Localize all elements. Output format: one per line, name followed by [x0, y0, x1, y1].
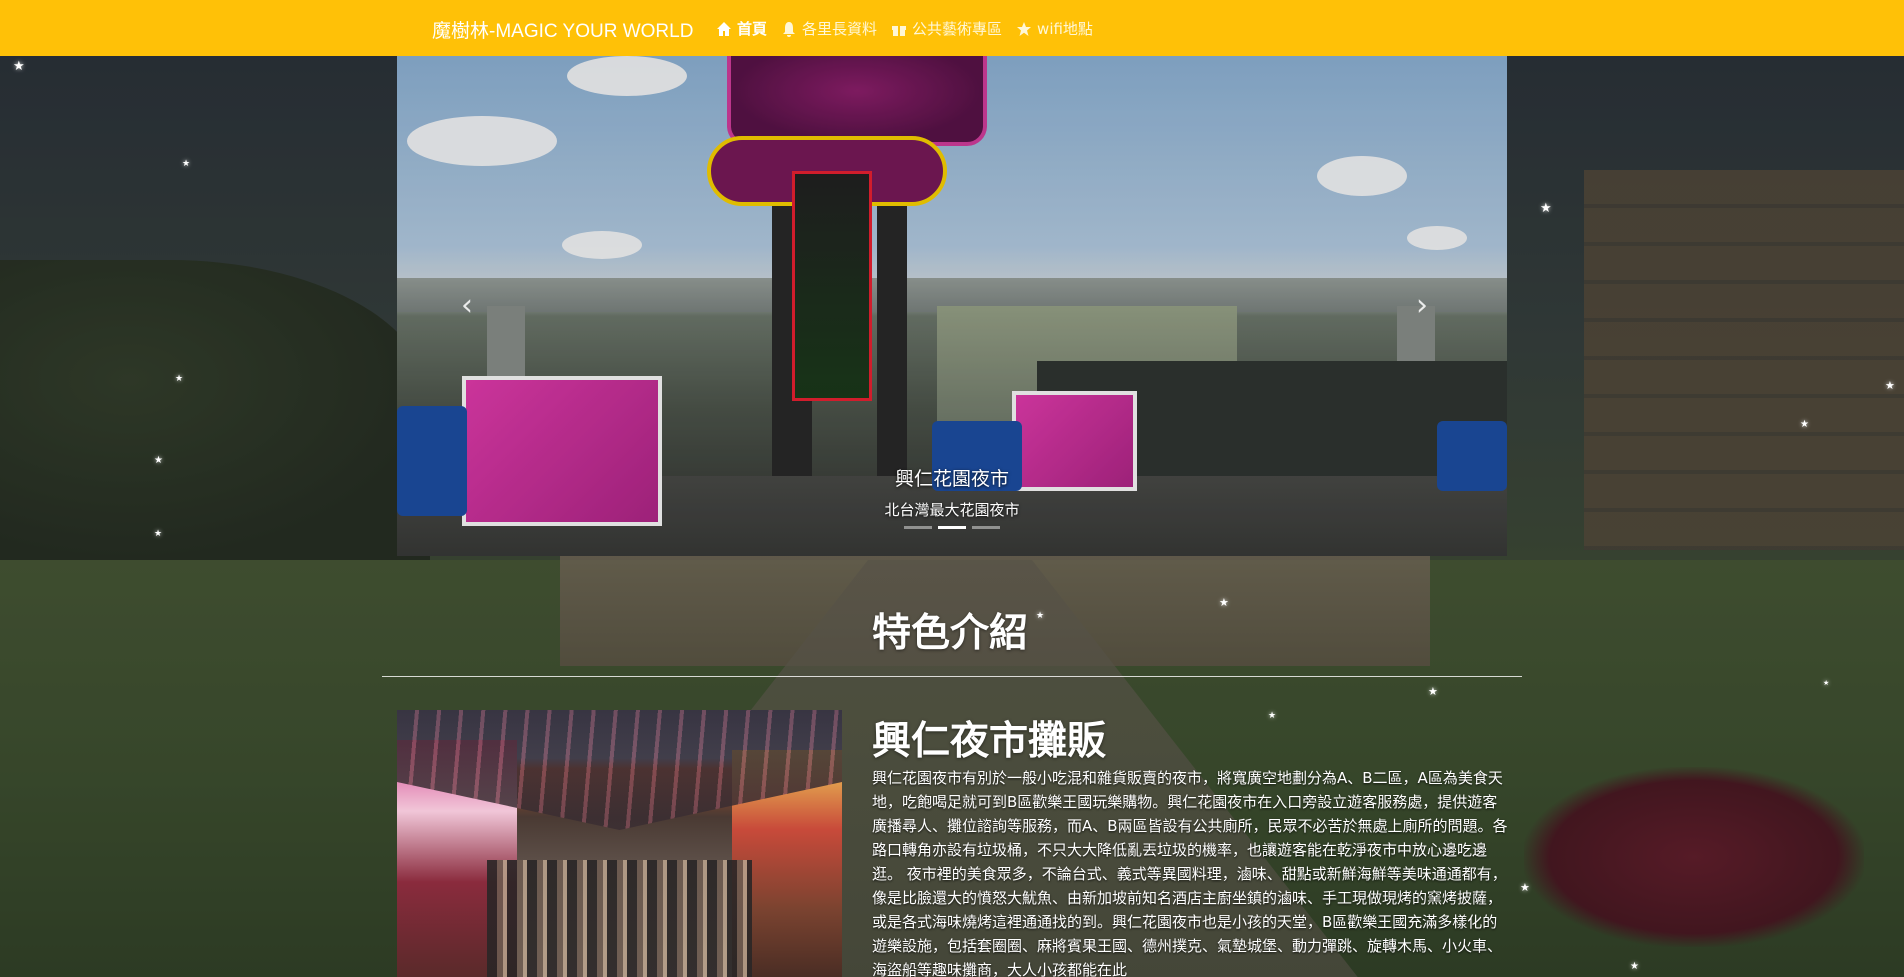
star-icon: ★ [154, 529, 163, 539]
star-icon: ★ [1428, 685, 1438, 698]
nav-item-village-chiefs[interactable]: 各里長資料 [781, 18, 877, 39]
star-icon: ★ [13, 59, 25, 74]
home-icon [717, 21, 731, 36]
crowd [487, 860, 752, 977]
star-icon: ★ [1036, 611, 1045, 621]
gift-icon [892, 25, 907, 36]
section-title: 特色介紹 [872, 611, 1029, 656]
star-icon: ★ [1800, 419, 1809, 430]
star-icon: ★ [154, 455, 163, 466]
star-icon: ★ [1219, 596, 1229, 609]
star-icon: ★ [1268, 711, 1277, 721]
star-icon: ★ [175, 374, 184, 384]
carousel-indicator-active[interactable] [938, 526, 966, 529]
nav-menu: 首頁 各里長資料 公共藝術專區 wifi地點 [716, 18, 1093, 39]
carousel-next-button[interactable]: › [1407, 286, 1437, 326]
star-icon: ★ [1885, 379, 1895, 392]
star-icon: ★ [1823, 679, 1830, 687]
star-icon: ★ [182, 159, 191, 169]
feature-title: 興仁夜市攤販 [872, 719, 1107, 764]
nav-item-wifi[interactable]: wifi地點 [1016, 18, 1093, 39]
carousel-prev-button[interactable]: ‹ [452, 286, 482, 326]
nav-item-label: wifi地點 [1037, 20, 1093, 38]
carousel-indicators [397, 526, 1507, 529]
nav-item-label: 首頁 [737, 20, 768, 38]
chevron-left-icon: ‹ [461, 288, 473, 323]
carousel-indicator[interactable] [972, 526, 1000, 529]
chevron-right-icon: › [1416, 288, 1428, 323]
carousel-indicator[interactable] [904, 526, 932, 529]
nav-item-label: 公共藝術專區 [912, 20, 1003, 38]
star-icon: ★ [1520, 881, 1530, 894]
star-icon [1017, 21, 1032, 36]
top-navbar: 魔樹林-MAGIC YOUR WORLD 首頁 各里長資料 公共藝術專區 wif… [0, 0, 1904, 56]
star-icon: ★ [1540, 201, 1552, 216]
brand-link[interactable]: 魔樹林-MAGIC YOUR WORLD [432, 16, 693, 43]
star-icon: ★ [1630, 961, 1639, 972]
nav-item-public-art[interactable]: 公共藝術專區 [891, 18, 1002, 39]
feature-description: 興仁花園夜市有別於一般小吃混和雜貨販賣的夜市，將寬廣空地劃分為A、B二區，A區為… [872, 769, 1508, 977]
bell-icon [783, 21, 796, 37]
caption-title: 興仁花園夜市 [894, 468, 1009, 490]
image-carousel: ‹ › 興仁花園夜市 北台灣最大花園夜市 [397, 56, 1507, 556]
section-divider [382, 676, 1522, 677]
carousel-caption: 興仁花園夜市 北台灣最大花園夜市 [397, 464, 1507, 520]
feature-image [397, 710, 842, 977]
nav-item-label: 各里長資料 [802, 20, 878, 38]
nav-item-home[interactable]: 首頁 [716, 18, 767, 39]
caption-subtitle: 北台灣最大花園夜市 [884, 501, 1020, 519]
